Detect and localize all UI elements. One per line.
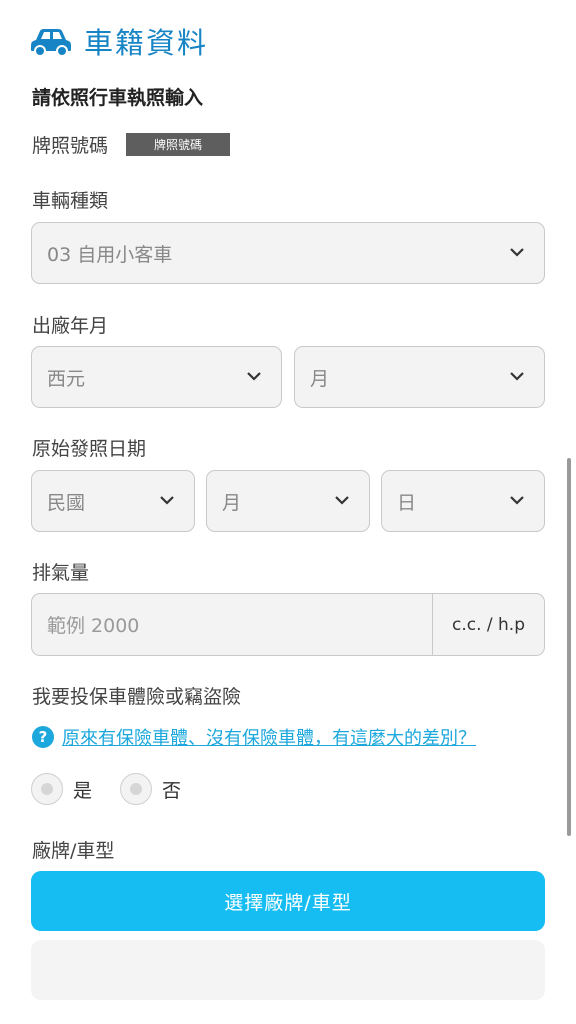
displacement-label: 排氣量 (32, 562, 90, 584)
vehicle-type-label: 車輛種類 (32, 190, 109, 212)
insurance-radio-group: 是 否 (31, 773, 209, 805)
plate-label: 牌照號碼 (32, 135, 109, 157)
issue-month-value: 月 (222, 491, 242, 514)
vehicle-type-select[interactable]: 03 自用小客車 (31, 222, 545, 284)
plate-number-badge: 牌照號碼 (126, 133, 231, 156)
car-icon (31, 29, 71, 56)
displacement-input-group: 範例 2000 c.c. / h.p (31, 593, 545, 656)
issue-era-select[interactable]: 民國 (31, 470, 195, 532)
chevron-down-icon (510, 372, 524, 381)
vehicle-type-value: 03 自用小客車 (47, 243, 173, 266)
scrollbar[interactable] (567, 458, 571, 836)
issue-date-label: 原始發照日期 (32, 438, 147, 460)
plate-row: 牌照號碼 牌照號碼 (32, 131, 231, 158)
radio-no-label: 否 (162, 779, 182, 802)
insurance-help-link[interactable]: 原來有保險車體、沒有保險車體，有這麼大的差別？ (62, 724, 476, 750)
chevron-down-icon (335, 496, 349, 505)
help-row: ? 原來有保險車體、沒有保險車體，有這麼大的差別？ (32, 724, 476, 750)
chevron-down-icon (510, 248, 524, 257)
displacement-input[interactable]: 範例 2000 (32, 594, 432, 655)
issue-month-select[interactable]: 月 (206, 470, 370, 532)
chevron-down-icon (160, 496, 174, 505)
radio-dot (130, 783, 143, 795)
instruction-text: 請依照行車執照輸入 (32, 87, 204, 109)
section-header: 車籍資料 (30, 20, 208, 62)
radio-yes-label: 是 (73, 779, 93, 802)
insurance-label: 我要投保車體險或竊盜險 (32, 686, 242, 708)
radio-no[interactable] (120, 773, 153, 805)
question-icon: ? (32, 726, 54, 748)
displacement-unit: c.c. / h.p (432, 594, 544, 655)
page-title: 車籍資料 (84, 26, 209, 60)
brand-label: 廠牌/車型 (32, 840, 115, 862)
manufacture-month-value: 月 (310, 367, 330, 390)
chevron-down-icon (247, 372, 261, 381)
select-brand-button[interactable]: 選擇廠牌/車型 (31, 871, 545, 931)
manufacture-date-label: 出廠年月 (32, 315, 109, 337)
manufacture-year-select[interactable]: 西元 (31, 346, 282, 408)
manufacture-year-value: 西元 (47, 367, 86, 390)
manufacture-month-select[interactable]: 月 (294, 346, 545, 408)
issue-day-select[interactable]: 日 (381, 470, 545, 532)
chevron-down-icon (510, 496, 524, 505)
brand-model-display (31, 940, 545, 1000)
issue-day-value: 日 (397, 491, 417, 514)
radio-dot (41, 783, 53, 795)
issue-era-value: 民國 (47, 491, 86, 514)
radio-yes[interactable] (31, 773, 63, 805)
